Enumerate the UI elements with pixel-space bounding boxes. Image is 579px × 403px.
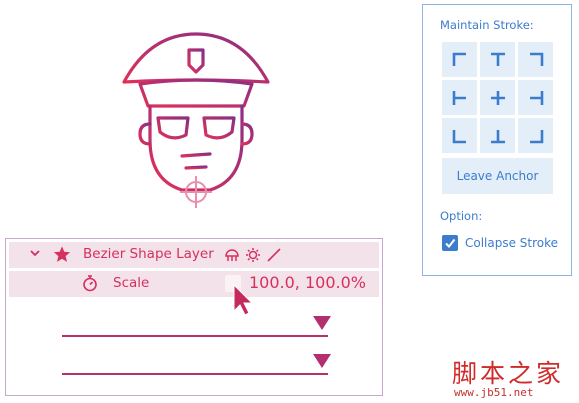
anchor-top-left-button[interactable]	[442, 42, 477, 77]
stopwatch-icon[interactable]	[81, 274, 99, 296]
leave-anchor-button[interactable]: Leave Anchor	[442, 158, 553, 194]
watermark-url: www.jb51.net	[454, 386, 534, 399]
chevron-down-icon[interactable]	[29, 247, 41, 263]
edge-right-icon	[529, 90, 543, 105]
corner-bottom-left-icon	[452, 129, 466, 143]
anchor-top-right-button[interactable]	[518, 42, 553, 77]
layer-panel: Bezier Shape Layer Scale 100.0, 100.0%	[5, 238, 383, 396]
anchor-middle-left-button[interactable]	[442, 80, 477, 115]
anchor-middle-right-button[interactable]	[518, 80, 553, 115]
collapse-transform-icon[interactable]	[223, 246, 241, 264]
keyframe-marker-1[interactable]	[313, 316, 331, 330]
anchor-top-center-button[interactable]	[480, 42, 515, 77]
layer-name: Bezier Shape Layer	[83, 246, 214, 262]
keyframe-marker-2[interactable]	[313, 354, 331, 368]
edge-bottom-icon	[490, 129, 505, 143]
layer-switches	[223, 246, 283, 264]
corner-top-right-icon	[529, 52, 543, 66]
edge-left-icon	[452, 90, 466, 105]
plus-icon	[490, 90, 505, 105]
collapse-stroke-label: Collapse Stroke	[465, 236, 559, 250]
scale-property-row[interactable]: Scale 100.0, 100.0%	[9, 271, 379, 297]
scale-value[interactable]: 100.0, 100.0%	[249, 273, 366, 292]
watermark-text: 脚本之家	[452, 359, 565, 388]
timeline-track-1	[62, 335, 328, 337]
checkmark-icon	[445, 238, 456, 249]
scale-label: Scale	[113, 275, 150, 291]
corner-bottom-right-icon	[529, 129, 543, 143]
anchor-bottom-left-button[interactable]	[442, 118, 477, 153]
motion-blur-icon[interactable]	[265, 246, 283, 264]
corner-top-left-icon	[452, 52, 466, 66]
anchor-bottom-right-button[interactable]	[518, 118, 553, 153]
option-label: Option:	[440, 209, 483, 223]
edge-top-icon	[490, 52, 505, 66]
panel-title: Maintain Stroke:	[440, 18, 534, 32]
quality-icon[interactable]	[244, 246, 262, 264]
mouse-cursor-icon	[232, 283, 256, 321]
timeline-track-2	[62, 373, 328, 375]
maintain-stroke-panel: Maintain Stroke: Leave Anchor Option: Co…	[422, 4, 572, 276]
anchor-bottom-center-button[interactable]	[480, 118, 515, 153]
anchor-center-button[interactable]	[480, 80, 515, 115]
collapse-stroke-option[interactable]: Collapse Stroke	[442, 235, 558, 251]
watermark: 脚本之家 www.jb51.net	[452, 354, 576, 400]
star-icon	[53, 245, 71, 267]
layer-row[interactable]: Bezier Shape Layer	[9, 242, 379, 268]
police-officer-illustration	[110, 20, 290, 215]
collapse-stroke-checkbox[interactable]	[442, 235, 458, 251]
